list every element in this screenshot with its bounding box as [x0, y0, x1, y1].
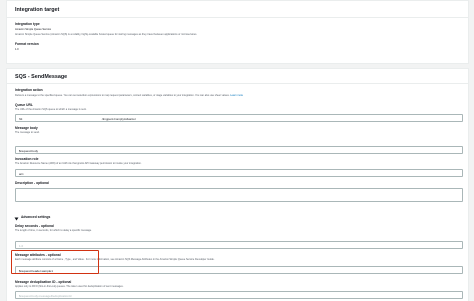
description-input[interactable]	[15, 188, 463, 202]
format-version-value: 1.0	[15, 48, 19, 51]
invocation-role-input[interactable]: arn:	[15, 169, 463, 177]
learn-more-link[interactable]: Learn more	[230, 94, 243, 97]
format-version-label: Format version	[15, 42, 39, 46]
delay-seconds-placeholder: 1.0	[19, 243, 24, 248]
integration-action-label: Integration action	[15, 88, 43, 92]
sqs-sendmessage-heading: SQS - SendMessage	[15, 74, 68, 80]
invocation-role-value: arn:	[19, 171, 25, 176]
delay-seconds-input[interactable]: 1.0	[15, 241, 463, 249]
message-deduplication-placeholder: $request.body.messageDeduplicationId	[19, 293, 72, 298]
advanced-settings-toggle[interactable]: Advanced settings	[21, 215, 50, 220]
sqs-sendmessage-panel: SQS - SendMessage Integration action Del…	[6, 68, 469, 301]
integration-target-heading: Integration target	[15, 7, 60, 13]
description-label: Description - optional	[15, 181, 49, 185]
divider	[7, 17, 468, 18]
message-deduplication-description: Applies only to FIFO (first-in-first-out…	[15, 285, 124, 288]
message-body-input[interactable]: $request.body	[15, 146, 463, 154]
integration-action-description: Delivers a message to the specified queu…	[15, 94, 243, 98]
queue-url-value-start: htt	[19, 116, 23, 121]
delay-seconds-description: The length of time, in seconds, for whic…	[15, 229, 92, 232]
highlight-box	[11, 250, 99, 274]
message-deduplication-input[interactable]: $request.body.messageDeduplicationId	[15, 291, 463, 299]
integration-type-description: Amazon Simple Queue Service (Amazon SQS)…	[15, 33, 198, 36]
divider	[7, 83, 468, 84]
integration-target-panel: Integration target Integration type Amaz…	[6, 0, 469, 64]
queue-url-description: The URL of the Amazon SQS queue to which…	[15, 108, 87, 111]
integration-action-description-text: Delivers a message to the specified queu…	[15, 94, 230, 97]
integration-type-label: Integration type	[15, 22, 40, 26]
queue-url-input[interactable]: htt ·/lmgpe4-ComplyAdvantor	[15, 114, 463, 122]
message-body-description: The message to send.	[15, 131, 40, 134]
message-body-value: $request.body	[19, 148, 39, 153]
queue-url-value-queue: ·/lmgpe4-ComplyAdvantor	[101, 116, 136, 121]
caret-down-icon[interactable]	[14, 217, 19, 221]
integration-type-value: Amazon Simple Queue Service	[15, 28, 52, 31]
invocation-role-description: The Amazon Resource Name (ARN) of an IAM…	[15, 162, 142, 165]
